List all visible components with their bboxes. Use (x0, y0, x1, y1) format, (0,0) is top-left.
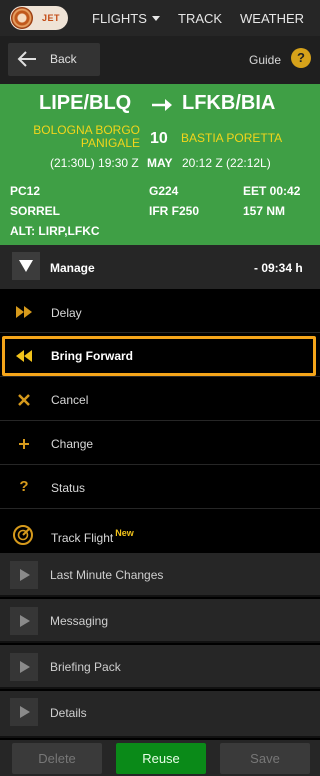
back-bar: Back Guide ? (0, 36, 320, 84)
action-delay[interactable]: Delay (0, 289, 320, 333)
arrival-time: 20:12 Z (22:12L) (182, 156, 271, 170)
arrival-place: BASTIA PORETTA (181, 131, 283, 145)
manage-label: Manage (50, 261, 95, 275)
triangle-right-icon (20, 661, 30, 673)
section-last-minute-changes[interactable]: Last Minute Changes (0, 553, 320, 597)
guide-link[interactable]: Guide (249, 53, 281, 67)
action-label: Change (51, 437, 94, 451)
nav-weather[interactable]: WEATHER (240, 11, 304, 26)
app-logo[interactable]: JET (10, 6, 68, 30)
fast-forward-icon (16, 306, 32, 318)
save-button[interactable]: Save (220, 743, 310, 774)
triangle-right-icon (20, 706, 30, 718)
back-label: Back (50, 52, 77, 66)
arrow-left-icon (17, 51, 36, 67)
flight-summary-panel: LIPE/BLQ LFKB/BIA BOLOGNA BORGO PANIGALE… (0, 84, 320, 245)
nav-track[interactable]: TRACK (178, 11, 222, 26)
action-track-flight[interactable]: Track Flight New (0, 509, 320, 553)
expand-button[interactable] (10, 698, 38, 726)
section-label: Last Minute Changes (50, 568, 164, 582)
selection-highlight (2, 336, 316, 376)
logo-text: JET (42, 13, 61, 23)
action-change[interactable]: Change (0, 421, 320, 465)
section-details[interactable]: Details (0, 691, 320, 738)
departure-code: LIPE/BLQ (39, 92, 132, 114)
nav-flights-label: FLIGHTS (92, 11, 147, 26)
new-badge: New (115, 528, 134, 538)
arrival-code: LFKB/BIA (182, 92, 276, 114)
triangle-down-icon (19, 260, 33, 272)
distance: 157 NM (243, 204, 286, 218)
aircraft-registration: G224 (149, 184, 179, 198)
departure-time: (21:30L) 19:30 Z (50, 156, 139, 170)
bottom-action-bar: Delete Reuse Save (0, 740, 320, 776)
triangle-right-icon (20, 569, 30, 581)
back-button[interactable]: Back (8, 43, 100, 76)
section-label: Messaging (50, 614, 109, 628)
delete-button[interactable]: Delete (12, 743, 102, 774)
reuse-button[interactable]: Reuse (116, 743, 206, 774)
flight-rules: IFR F250 (149, 204, 200, 218)
track-flight-label: Track Flight New (51, 528, 134, 545)
action-cancel[interactable]: Cancel (0, 377, 320, 421)
manage-toggle-button[interactable] (12, 252, 40, 280)
section-label: Details (50, 706, 87, 720)
radar-icon (13, 525, 33, 545)
callsign: SORREL (10, 204, 61, 218)
departure-place: BOLOGNA BORGO PANIGALE (33, 123, 140, 150)
section-label: Briefing Pack (50, 660, 121, 674)
action-label: Cancel (51, 393, 89, 407)
plus-icon (19, 439, 29, 449)
aircraft-type: PC12 (10, 184, 41, 198)
action-status[interactable]: ? Status (0, 465, 320, 509)
chevron-down-icon (151, 16, 160, 21)
arrow-right-icon (152, 99, 172, 111)
nav-flights[interactable]: FLIGHTS (92, 11, 160, 26)
expand-button[interactable] (10, 607, 38, 635)
action-label: Delay (51, 306, 82, 320)
action-label: Track Flight (51, 531, 114, 545)
eet-value: EET 00:42 (243, 184, 301, 198)
close-icon (18, 394, 30, 406)
section-briefing-pack[interactable]: Briefing Pack (0, 645, 320, 689)
action-label: Status (51, 481, 86, 495)
section-messaging[interactable]: Messaging (0, 599, 320, 643)
top-nav: JET FLIGHTS TRACK WEATHER (0, 0, 320, 36)
expand-button[interactable] (10, 561, 38, 589)
question-icon: ? (19, 478, 29, 495)
triangle-right-icon (20, 615, 30, 627)
logo-emblem-icon (11, 7, 33, 29)
time-to-departure: - 09:34 h (254, 261, 303, 275)
expand-button[interactable] (10, 653, 38, 681)
flight-day: 10 (150, 130, 168, 147)
help-icon[interactable]: ? (291, 48, 311, 68)
manage-header[interactable]: Manage - 09:34 h (0, 245, 320, 289)
alternates: ALT: LIRP,LFKC (10, 224, 100, 238)
flight-month: MAY (147, 156, 173, 170)
